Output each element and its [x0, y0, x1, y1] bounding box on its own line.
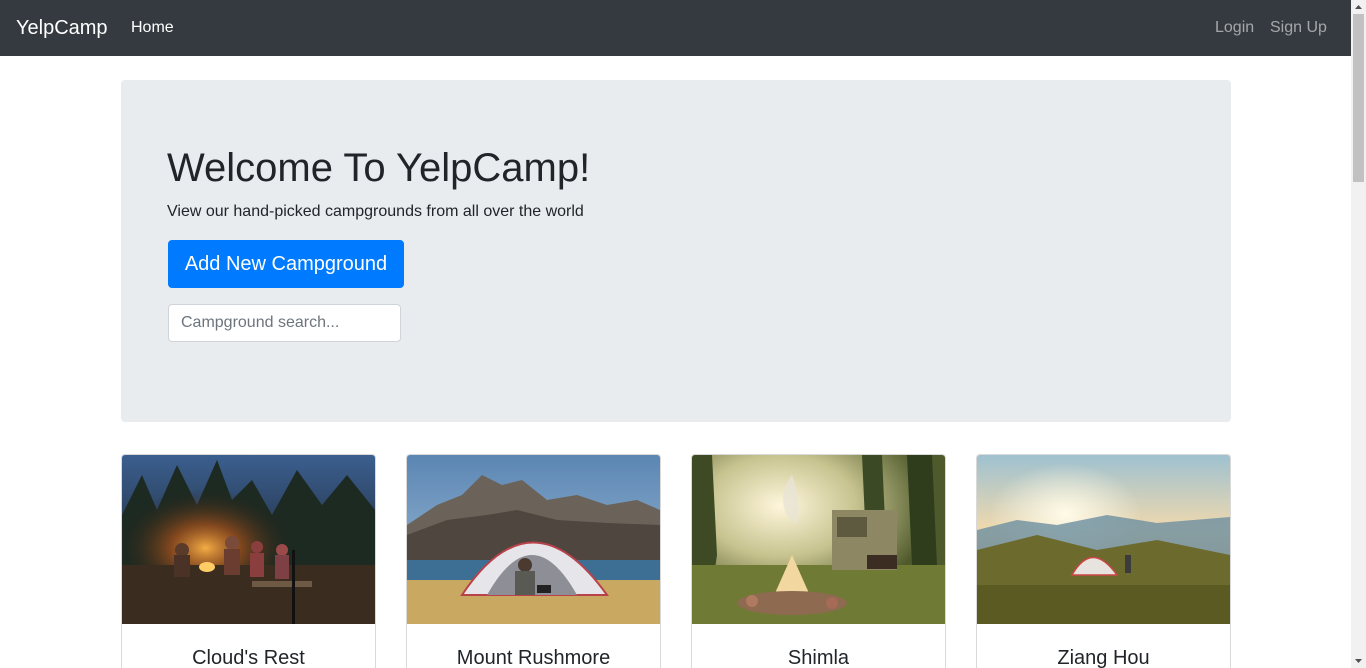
campground-card: Cloud's Rest: [121, 454, 376, 668]
nav-signup-link[interactable]: Sign Up: [1270, 18, 1327, 38]
add-campground-button[interactable]: Add New Campground: [168, 240, 404, 288]
campground-card: Mount Rushmore: [406, 454, 661, 668]
scroll-up-icon[interactable]: [1351, 0, 1366, 14]
campground-card: Ziang Hou: [976, 454, 1231, 668]
campground-image[interactable]: [692, 455, 945, 624]
page-subtitle: View our hand-picked campgrounds from al…: [167, 203, 584, 220]
campground-image[interactable]: [122, 455, 375, 624]
page-scrollbar[interactable]: [1351, 0, 1366, 668]
campground-image[interactable]: [977, 455, 1230, 624]
campground-name: Ziang Hou: [1057, 647, 1150, 668]
scrollbar-thumb[interactable]: [1353, 14, 1364, 182]
campground-name: Cloud's Rest: [192, 647, 305, 668]
jumbotron: Welcome To YelpCamp! View our hand-picke…: [121, 80, 1231, 422]
campground-search-input[interactable]: [168, 304, 401, 342]
nav-home-link[interactable]: Home: [131, 18, 174, 38]
campground-name: Mount Rushmore: [456, 647, 611, 668]
campground-card: Shimla: [691, 454, 946, 668]
navbar: YelpCamp Home Login Sign Up: [0, 0, 1351, 56]
nav-login-link[interactable]: Login: [1215, 18, 1254, 38]
page-title: Welcome To YelpCamp!: [167, 146, 591, 190]
campground-name: Shimla: [787, 647, 850, 668]
brand-link[interactable]: YelpCamp: [16, 16, 108, 40]
scroll-down-icon[interactable]: [1351, 654, 1366, 668]
campground-image[interactable]: [407, 455, 660, 624]
